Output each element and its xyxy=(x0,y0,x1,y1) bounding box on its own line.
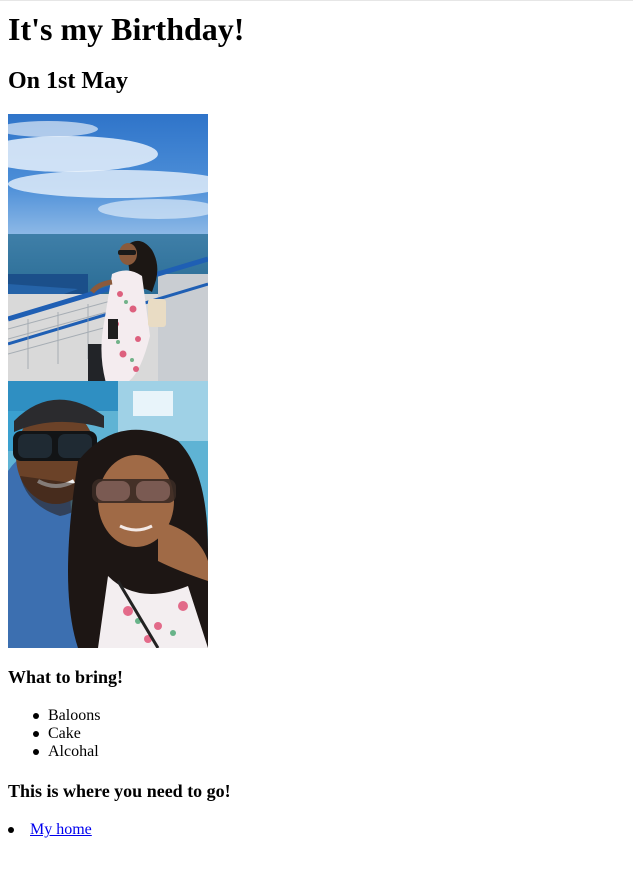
bullet-icon xyxy=(33,731,39,737)
bullet-icon xyxy=(33,713,39,719)
my-home-link[interactable]: My home xyxy=(30,821,92,838)
list-item: My home xyxy=(8,821,92,839)
event-date: On 1st May xyxy=(8,68,128,94)
selfie-photo xyxy=(8,381,208,648)
bullet-icon xyxy=(8,827,14,833)
location-list: My home xyxy=(8,821,92,839)
list-item: Cake xyxy=(33,725,100,743)
location-heading: This is where you need to go! xyxy=(8,781,231,801)
bring-heading: What to bring! xyxy=(8,667,124,687)
page-title: It's my Birthday! xyxy=(8,11,245,47)
bullet-icon xyxy=(33,749,39,755)
list-item: Alcohal xyxy=(33,743,100,761)
bring-list: Baloons Cake Alcohal xyxy=(33,707,100,761)
list-item: Baloons xyxy=(33,707,100,725)
page: It's my Birthday! On 1st May What to bri… xyxy=(0,0,633,880)
harbor-photo xyxy=(8,114,208,381)
